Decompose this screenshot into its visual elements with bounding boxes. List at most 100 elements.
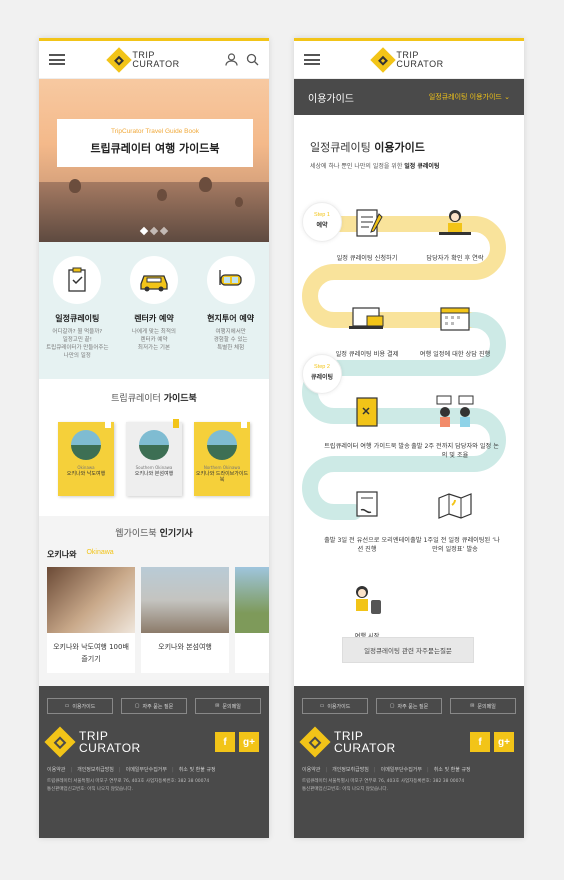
logo-mark-icon [106,46,133,73]
search-icon[interactable] [246,53,259,66]
article-title: 오키 [235,633,269,661]
refund-link[interactable]: 취소 및 환불 규정 [172,766,216,773]
faq-button[interactable]: 일정큐레이팅 관련 자주묻는질문 [342,637,474,663]
footer-button-label: 문의메일 [222,703,241,710]
calendar-icon [440,307,470,331]
service-tour[interactable]: 현지투어 예약 여행지에서만 경험할 수 있는 특별한 체험 [196,256,266,379]
menu-icon[interactable] [304,54,320,65]
chat-icon: ▢ [389,703,395,709]
book-cover-image [207,430,237,460]
document-pen-icon [356,209,383,237]
service-curating[interactable]: 일정큐레이팅 어디갈까? 뭘 먹을까? 일정고민 끝! 트립큐레이터가 만들어주는 나… [42,256,112,379]
home-screen: TRIP CURATOR TripCurator Travel Guide Boo… [39,38,269,838]
logo[interactable]: TRIP CURATOR [106,46,179,73]
footer-guide-button[interactable]: ▭ 이용가이드 [47,698,113,714]
privacy-link[interactable]: 개인정보취급방침 [325,766,369,773]
google-plus-icon[interactable]: g+ [239,732,259,752]
step-text: 일정 큐레이팅 신청하기 [336,255,398,262]
service-desc: 최저가는 기본 [137,345,171,351]
footer-button-label: 자주 묻는 질문 [397,703,429,710]
book-en-title: Northern Okinawa [203,465,241,470]
step-number: Step 2 [314,364,330,370]
menu-icon[interactable] [49,54,65,65]
email-policy-link[interactable]: 이메일무단수집거부 [119,766,167,773]
footer-faq-button[interactable]: ▢ 자주 묻는 질문 [376,698,442,714]
terms-link[interactable]: 이용약관 [47,766,65,773]
guidebook-heading: 트립큐레이터 가이드북 [39,391,269,404]
footer-logo[interactable]: TRIP CURATOR [44,726,141,758]
guidebook-icon [356,397,378,427]
process-step: 여행 일정에 대한 상담 진행 [410,302,500,359]
laptop-card-icon [349,307,384,329]
carousel-dot[interactable] [159,226,169,236]
balloon-icon [235,197,243,207]
guidebook-item[interactable]: Okinawa 오키나와 낙도여행 [58,419,114,496]
guide-selector[interactable]: 일정큐레이팅 이용가이드 ⌄ [429,92,510,102]
book-en-title: Okinawa [77,465,95,470]
terms-link[interactable]: 이용약관 [302,766,320,773]
process-step: 일정 큐레이팅 비용 결제 [322,302,412,359]
map-icon [438,493,472,519]
header: TRIP CURATOR [39,41,269,79]
service-desc: 렌터카 예약 [140,337,168,343]
guidebook-heading-bold: 가이드북 [163,394,197,404]
book-cover-image [139,430,169,460]
guide-desc-bold: 일정 큐레이팅 [404,163,440,170]
header: TRIP CURATOR [294,41,524,79]
hero-banner[interactable]: TripCurator Travel Guide Book 트립큐레이터 여행 … [39,79,269,242]
chat-icon: ▢ [134,703,140,709]
privacy-link[interactable]: 개인정보취급방침 [70,766,114,773]
logo-line2: CURATOR [334,741,396,755]
process-step: 트립큐레이터 여행 가이드북 발송 [322,394,412,451]
footer-logo[interactable]: TRIP CURATOR [299,726,396,758]
phone-document-icon [356,491,378,517]
facebook-icon[interactable]: f [470,732,490,752]
service-desc: 경험할 수 있는 [213,337,248,343]
article-photo [235,567,269,633]
footer-links: 이용약관 개인정보취급방침 이메일무단수집거부 취소 및 환불 규정 [39,754,269,773]
service-rentcar[interactable]: 렌터카 예약 나에게 맞는 최적의 렌터카 예약 최저가는 기본 [119,256,189,379]
step-text: 출발 3일 전 유선으로 오리엔테이션 진행 [324,537,410,553]
book-title: 오키나와 낙도여행 [66,471,106,477]
logo-mark-icon [370,46,397,73]
guide-bar: 이용가이드 일정큐레이팅 이용가이드 ⌄ [294,79,524,115]
tab-okinawa-en[interactable]: Okinawa [86,549,113,560]
footer-faq-button[interactable]: ▢ 자주 묻는 질문 [121,698,187,714]
guidebook-item[interactable]: Northern Okinawa 오키나와 드라이브가이드북 [194,419,250,496]
article-card[interactable]: 오키나와 본섬여행 [141,567,229,673]
service-desc: 특별한 체험 [217,345,245,351]
footer-button-label: 자주 묻는 질문 [142,703,174,710]
email-policy-link[interactable]: 이메일무단수집거부 [374,766,422,773]
carousel-dot[interactable] [139,226,149,236]
services: 일정큐레이팅 어디갈까? 뭘 먹을까? 일정고민 끝! 트립큐레이터가 만들어주는 나… [39,242,269,379]
carousel-dot[interactable] [149,226,159,236]
tab-okinawa[interactable]: 오키나와 [47,549,76,560]
facebook-icon[interactable]: f [215,732,235,752]
car-icon [140,275,168,292]
refund-link[interactable]: 취소 및 환불 규정 [427,766,471,773]
guidebook-item[interactable]: Southern Okinawa 오키나와 본섬여행 [126,419,182,496]
footer-button-label: 이용가이드 [327,703,351,710]
guide-title-light: 일정큐레이팅 [310,141,375,154]
footer-mail-button[interactable]: ✉ 문의메일 [195,698,261,714]
article-card[interactable]: 오키 [235,567,269,673]
step-text: 일정 큐레이팅 비용 결제 [335,351,399,358]
user-icon[interactable] [225,53,238,66]
process-road: Step 1 예약 Step 2 큐레이팅 일정 큐레이팅 신청하기 담당자가 확인… [294,178,524,648]
article-title: 오키나와 낙도여행 100배 즐기기 [53,643,129,663]
book-cover-image [71,430,101,460]
carousel-dots [139,226,169,236]
footer-guide-button[interactable]: ▭ 이용가이드 [302,698,368,714]
step-text: 여행 일정에 대한 상담 진행 [419,351,491,358]
hero-title: 트립큐레이터 여행 가이드북 [90,142,220,155]
service-desc: 나에게 맞는 최적의 [131,329,176,335]
footer-mail-button[interactable]: ✉ 문의메일 [450,698,516,714]
article-cards: 오키나와 낙도여행 100배 즐기기 오키나와 본섬여행 오키 [39,567,269,673]
google-plus-icon[interactable]: g+ [494,732,514,752]
logo[interactable]: TRIP CURATOR [370,46,444,73]
logo-line2: CURATOR [396,58,444,69]
article-card[interactable]: 오키나와 낙도여행 100배 즐기기 [47,567,135,673]
chevron-down-icon: ⌄ [504,93,510,101]
footer-links: 이용약관 개인정보취급방침 이메일무단수집거부 취소 및 환불 규정 [294,754,524,773]
step-badge: Step 2 큐레이팅 [302,354,342,394]
